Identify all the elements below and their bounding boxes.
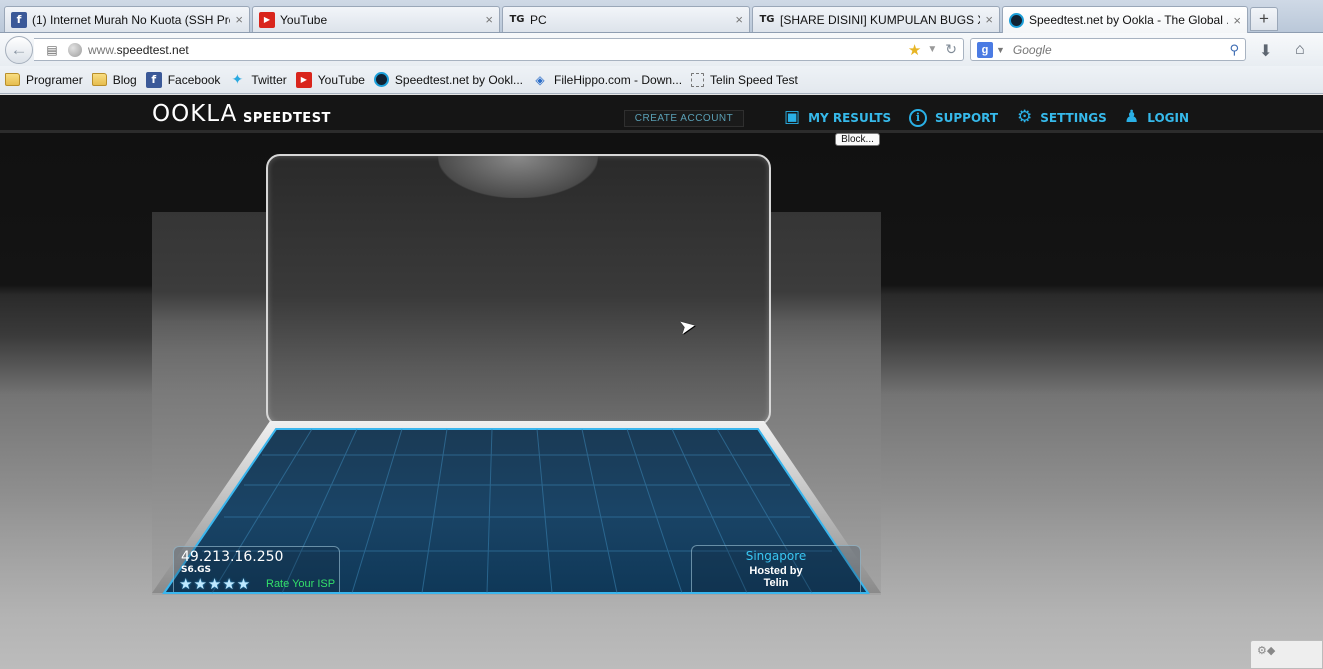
tab-close-icon[interactable]: × bbox=[985, 12, 993, 27]
tab-close-icon[interactable]: × bbox=[235, 12, 243, 27]
search-magnifier-icon[interactable]: ⚲ bbox=[1229, 42, 1239, 58]
back-button[interactable]: ← bbox=[5, 36, 33, 64]
speedtest-logo-text[interactable]: SPEEDTEST bbox=[243, 111, 331, 126]
bookmark-label: Telin Speed Test bbox=[710, 72, 798, 87]
login-link[interactable]: ♟ LOGIN bbox=[1124, 109, 1189, 126]
tab-close-icon[interactable]: × bbox=[485, 12, 493, 27]
new-tab-button[interactable]: + bbox=[1250, 7, 1278, 31]
addon-corner-widget[interactable]: ⚙◆ bbox=[1250, 640, 1323, 669]
support-label: SUPPORT bbox=[935, 111, 999, 125]
my-results-link[interactable]: ▣ MY RESULTS bbox=[784, 109, 891, 126]
engine-dropdown-icon[interactable]: ▼ bbox=[996, 45, 1005, 55]
downloads-icon[interactable]: ⬇ bbox=[1259, 41, 1272, 61]
server-info-panel[interactable]: Singapore Hosted by Telin bbox=[691, 545, 861, 592]
bookmark-label: Speedtest.net by Ookl... bbox=[394, 72, 523, 87]
search-bar[interactable]: g ▼ ⚲ bbox=[970, 38, 1246, 61]
facebook-favicon: f bbox=[11, 11, 27, 28]
results-glass-panel bbox=[266, 154, 771, 426]
speedtest-page: OOKLA SPEEDTEST CREATE ACCOUNT ▣ MY RESU… bbox=[0, 95, 1323, 669]
ookla-favicon bbox=[373, 72, 389, 87]
tab-speedtest[interactable]: Speedtest.net by Ookla - The Global ... … bbox=[1002, 6, 1248, 33]
support-link[interactable]: i SUPPORT bbox=[909, 109, 998, 127]
isp-rating-stars[interactable]: ★★★★★ bbox=[179, 575, 251, 593]
google-engine-icon[interactable]: g bbox=[977, 41, 993, 58]
url-text[interactable]: www.speedtest.net bbox=[88, 43, 908, 57]
bookmark-star-icon[interactable]: ★ bbox=[908, 41, 921, 59]
tab-label: (1) Internet Murah No Kuota (SSH Pre... bbox=[32, 12, 231, 27]
bookmark-speedtest[interactable]: Speedtest.net by Ookl... bbox=[373, 72, 523, 87]
ookla-favicon bbox=[1009, 12, 1024, 28]
tab-label: PC bbox=[530, 12, 547, 27]
tab-label: Speedtest.net by Ookla - The Global ... bbox=[1029, 13, 1229, 27]
filehippo-favicon: ◈ bbox=[535, 72, 545, 87]
tab-share-disini[interactable]: TG [SHARE DISINI] KUMPULAN BUGS XL ... × bbox=[752, 6, 1000, 32]
tab-facebook[interactable]: f (1) Internet Murah No Kuota (SSH Pre..… bbox=[4, 6, 250, 32]
settings-label: SETTINGS bbox=[1040, 110, 1107, 125]
bookmark-label: Programer bbox=[26, 72, 83, 87]
tab-label: [SHARE DISINI] KUMPULAN BUGS XL ... bbox=[780, 12, 980, 27]
bookmark-facebook[interactable]: f Facebook bbox=[145, 71, 221, 88]
url-dropdown-icon[interactable]: ▼ bbox=[927, 44, 937, 55]
isp-name: S6.GS bbox=[181, 565, 212, 575]
bookmark-filehippo[interactable]: ◈ FileHippo.com - Down... bbox=[532, 72, 682, 88]
facebook-favicon: f bbox=[145, 71, 162, 88]
tg-favicon: TG bbox=[759, 14, 775, 25]
tab-close-icon[interactable]: × bbox=[735, 12, 743, 27]
twitter-favicon: ✦ bbox=[231, 71, 244, 88]
search-input[interactable] bbox=[1012, 42, 1230, 57]
glass-glow bbox=[438, 156, 598, 198]
tab-strip: f (1) Internet Murah No Kuota (SSH Pre..… bbox=[0, 0, 1323, 33]
history-dropdown-icon[interactable]: ▤ bbox=[40, 43, 64, 57]
hosted-by-label: Hosted by bbox=[749, 565, 803, 577]
isp-info-panel: 49.213.16.250 S6.GS ★★★★★ Rate Your ISP bbox=[173, 546, 340, 593]
bookmark-label: FileHippo.com - Down... bbox=[554, 72, 683, 87]
address-bar[interactable]: ▤ www.speedtest.net ★ ▼ ↻ bbox=[34, 38, 964, 61]
gear-icon: ⚙ bbox=[1017, 107, 1033, 127]
settings-link[interactable]: ⚙ SETTINGS bbox=[1017, 109, 1107, 126]
folder-icon bbox=[5, 73, 20, 86]
bookmark-blog[interactable]: Blog bbox=[91, 72, 137, 87]
server-host: Telin bbox=[763, 577, 789, 589]
tab-youtube[interactable]: ▶ YouTube × bbox=[252, 6, 500, 32]
create-account-button[interactable]: CREATE ACCOUNT bbox=[624, 110, 744, 127]
reload-icon[interactable]: ↻ bbox=[945, 41, 957, 58]
youtube-favicon: ▶ bbox=[259, 11, 275, 28]
site-identity-icon[interactable] bbox=[68, 42, 82, 57]
bookmark-label: Twitter bbox=[251, 72, 287, 87]
bookmark-telin-speed-test[interactable]: Telin Speed Test bbox=[691, 72, 798, 87]
tab-close-icon[interactable]: × bbox=[1233, 13, 1241, 28]
login-label: LOGIN bbox=[1147, 110, 1190, 125]
folder-icon bbox=[91, 73, 107, 86]
rate-your-isp-link[interactable]: Rate Your ISP bbox=[266, 578, 335, 590]
bookmark-youtube[interactable]: ▶ YouTube bbox=[295, 71, 365, 88]
youtube-favicon: ▶ bbox=[295, 71, 312, 88]
blocked-plugin-tooltip[interactable]: Block... bbox=[835, 133, 880, 146]
my-results-label: MY RESULTS bbox=[808, 110, 892, 125]
bookmarks-toolbar: Programer Blog f Facebook ✦ Twitter ▶ Yo… bbox=[0, 66, 1323, 94]
tab-label: YouTube bbox=[280, 12, 328, 27]
blank-page-icon bbox=[691, 72, 705, 87]
bookmark-label: YouTube bbox=[317, 72, 365, 87]
site-header: OOKLA SPEEDTEST CREATE ACCOUNT ▣ MY RESU… bbox=[0, 95, 1323, 133]
camera-icon: ▣ bbox=[784, 107, 801, 127]
home-icon[interactable]: ⌂ bbox=[1295, 41, 1305, 59]
server-city: Singapore bbox=[745, 549, 807, 563]
bookmark-programer[interactable]: Programer bbox=[5, 73, 83, 87]
ookla-logo[interactable]: OOKLA bbox=[152, 101, 237, 127]
person-icon: ♟ bbox=[1124, 107, 1140, 127]
ip-address: 49.213.16.250 bbox=[181, 549, 284, 565]
tg-favicon: TG bbox=[509, 14, 525, 25]
bookmark-twitter[interactable]: ✦ Twitter bbox=[229, 71, 287, 88]
tab-pc[interactable]: TG PC × bbox=[502, 6, 750, 32]
bookmark-label: Blog bbox=[112, 72, 137, 87]
bookmark-label: Facebook bbox=[167, 72, 221, 87]
navigation-toolbar: ← ▤ www.speedtest.net ★ ▼ ↻ g ▼ ⚲ ⬇ ⌂ bbox=[0, 33, 1323, 66]
info-icon: i bbox=[909, 109, 927, 127]
